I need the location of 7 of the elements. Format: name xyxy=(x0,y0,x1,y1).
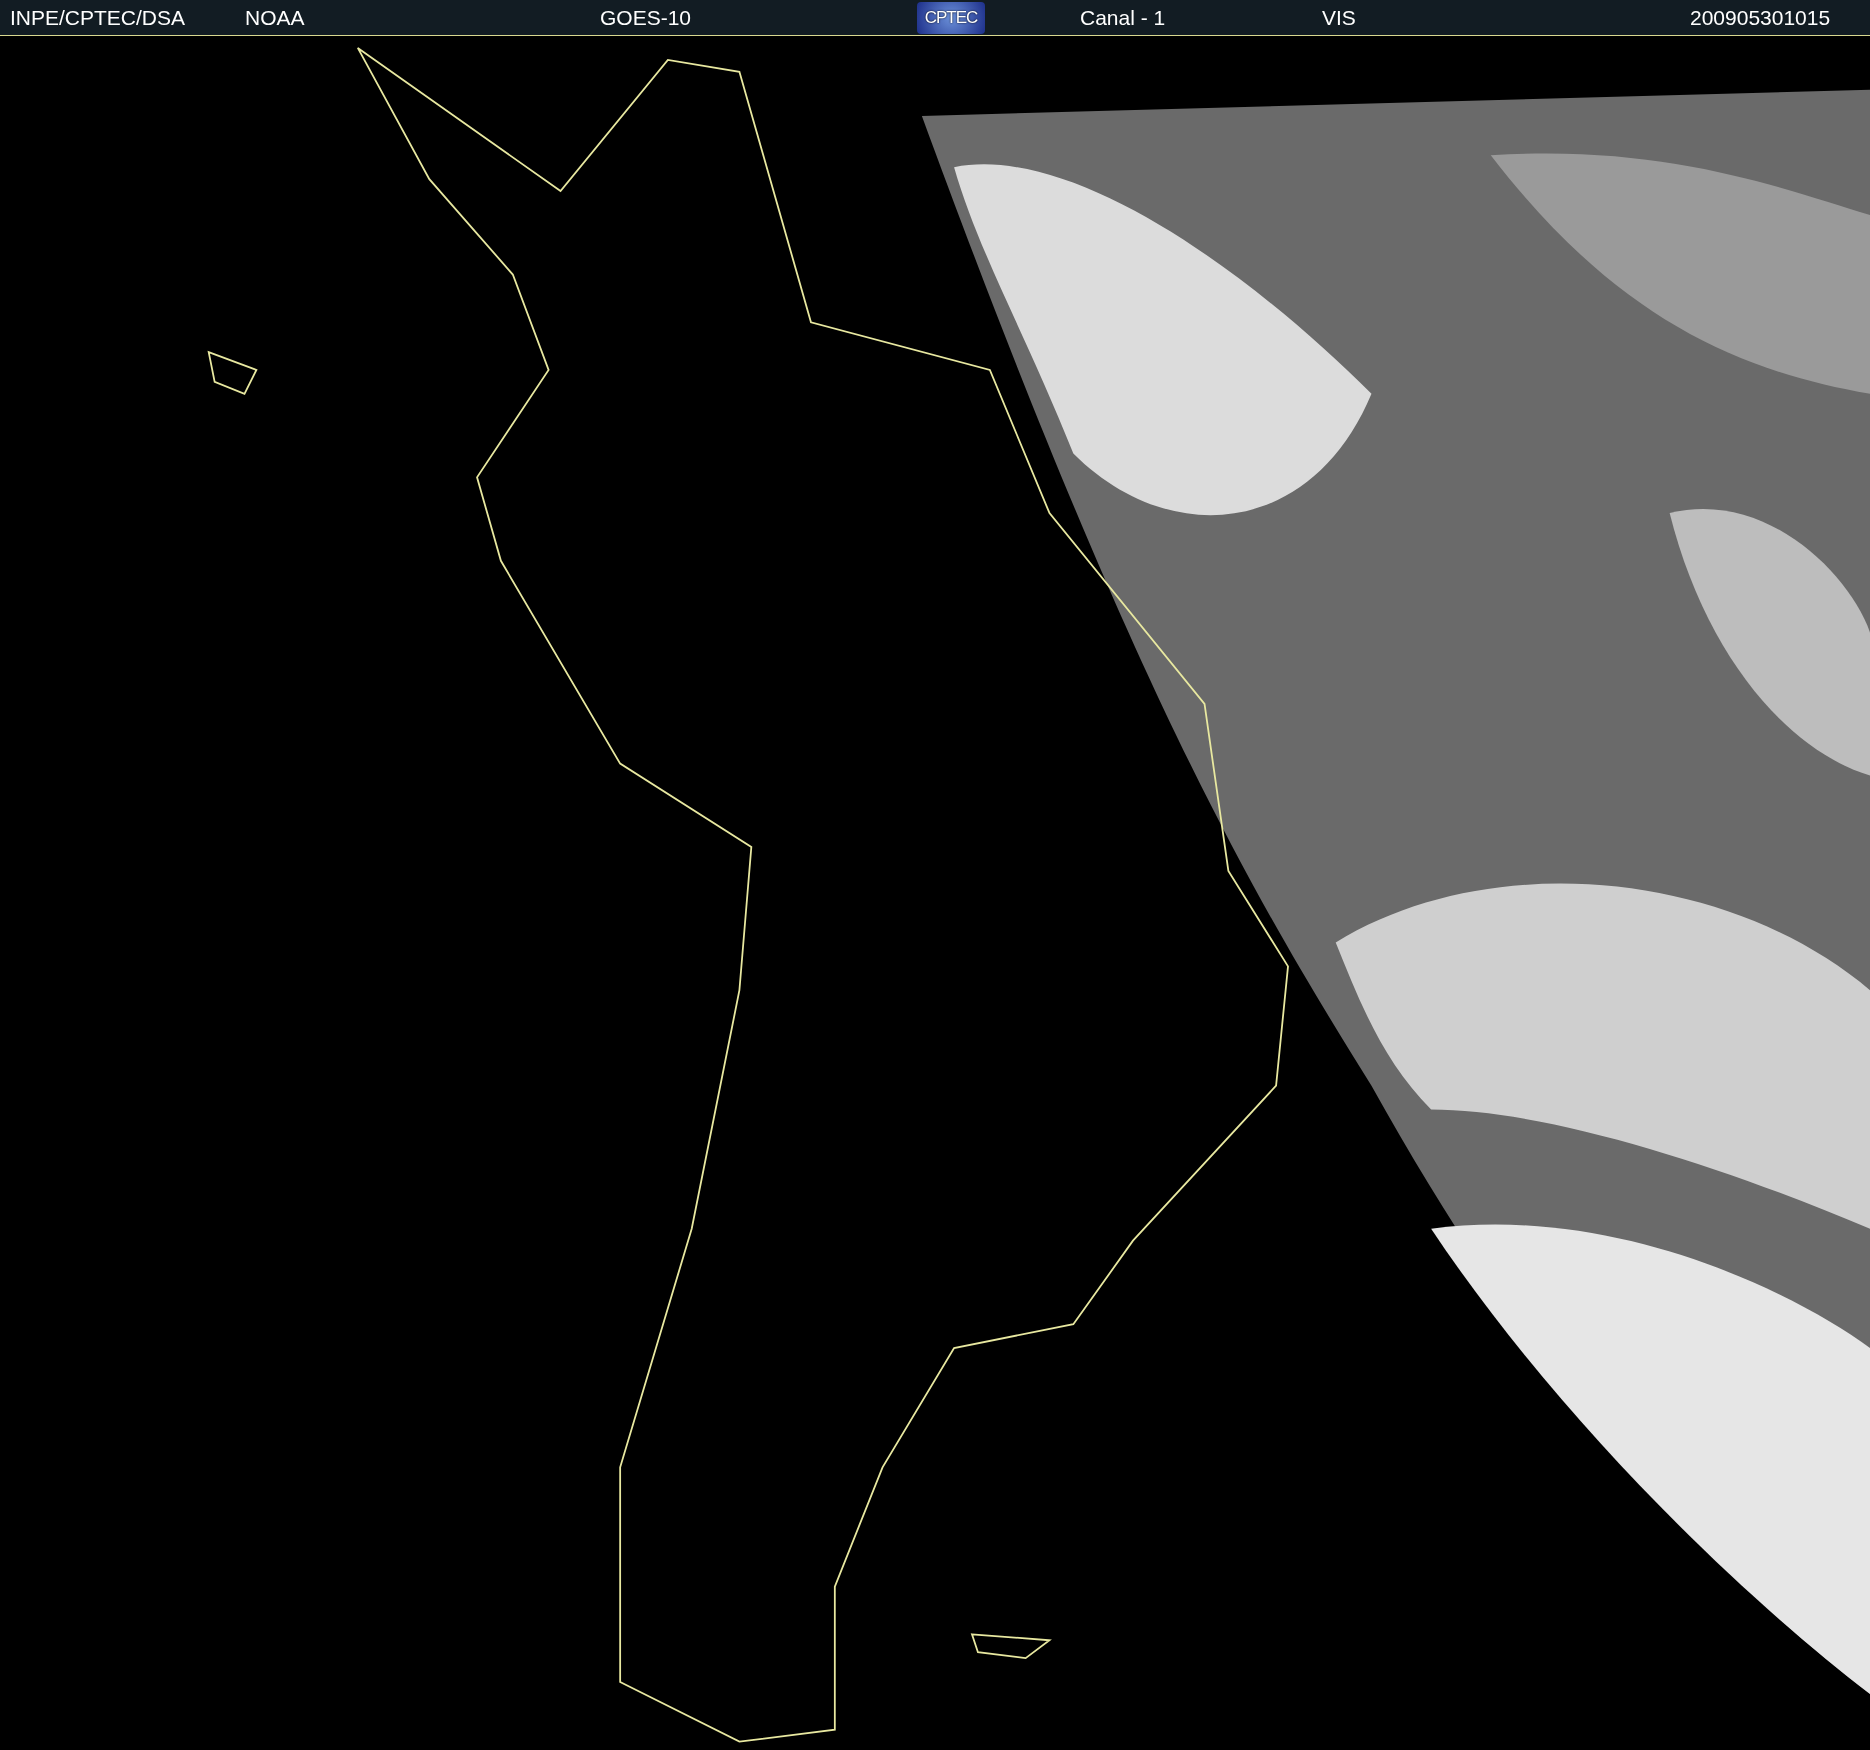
header-label: INPE/CPTEC/DSA xyxy=(10,4,186,31)
header-label: VIS xyxy=(1322,4,1356,31)
cptec-logo: CPTEC xyxy=(917,1,985,34)
header-label: 200905301015 xyxy=(1690,4,1831,31)
header-label: NOAA xyxy=(245,4,305,31)
header-label: GOES-10 xyxy=(600,4,692,31)
header-label: Canal - 1 xyxy=(1080,4,1166,31)
